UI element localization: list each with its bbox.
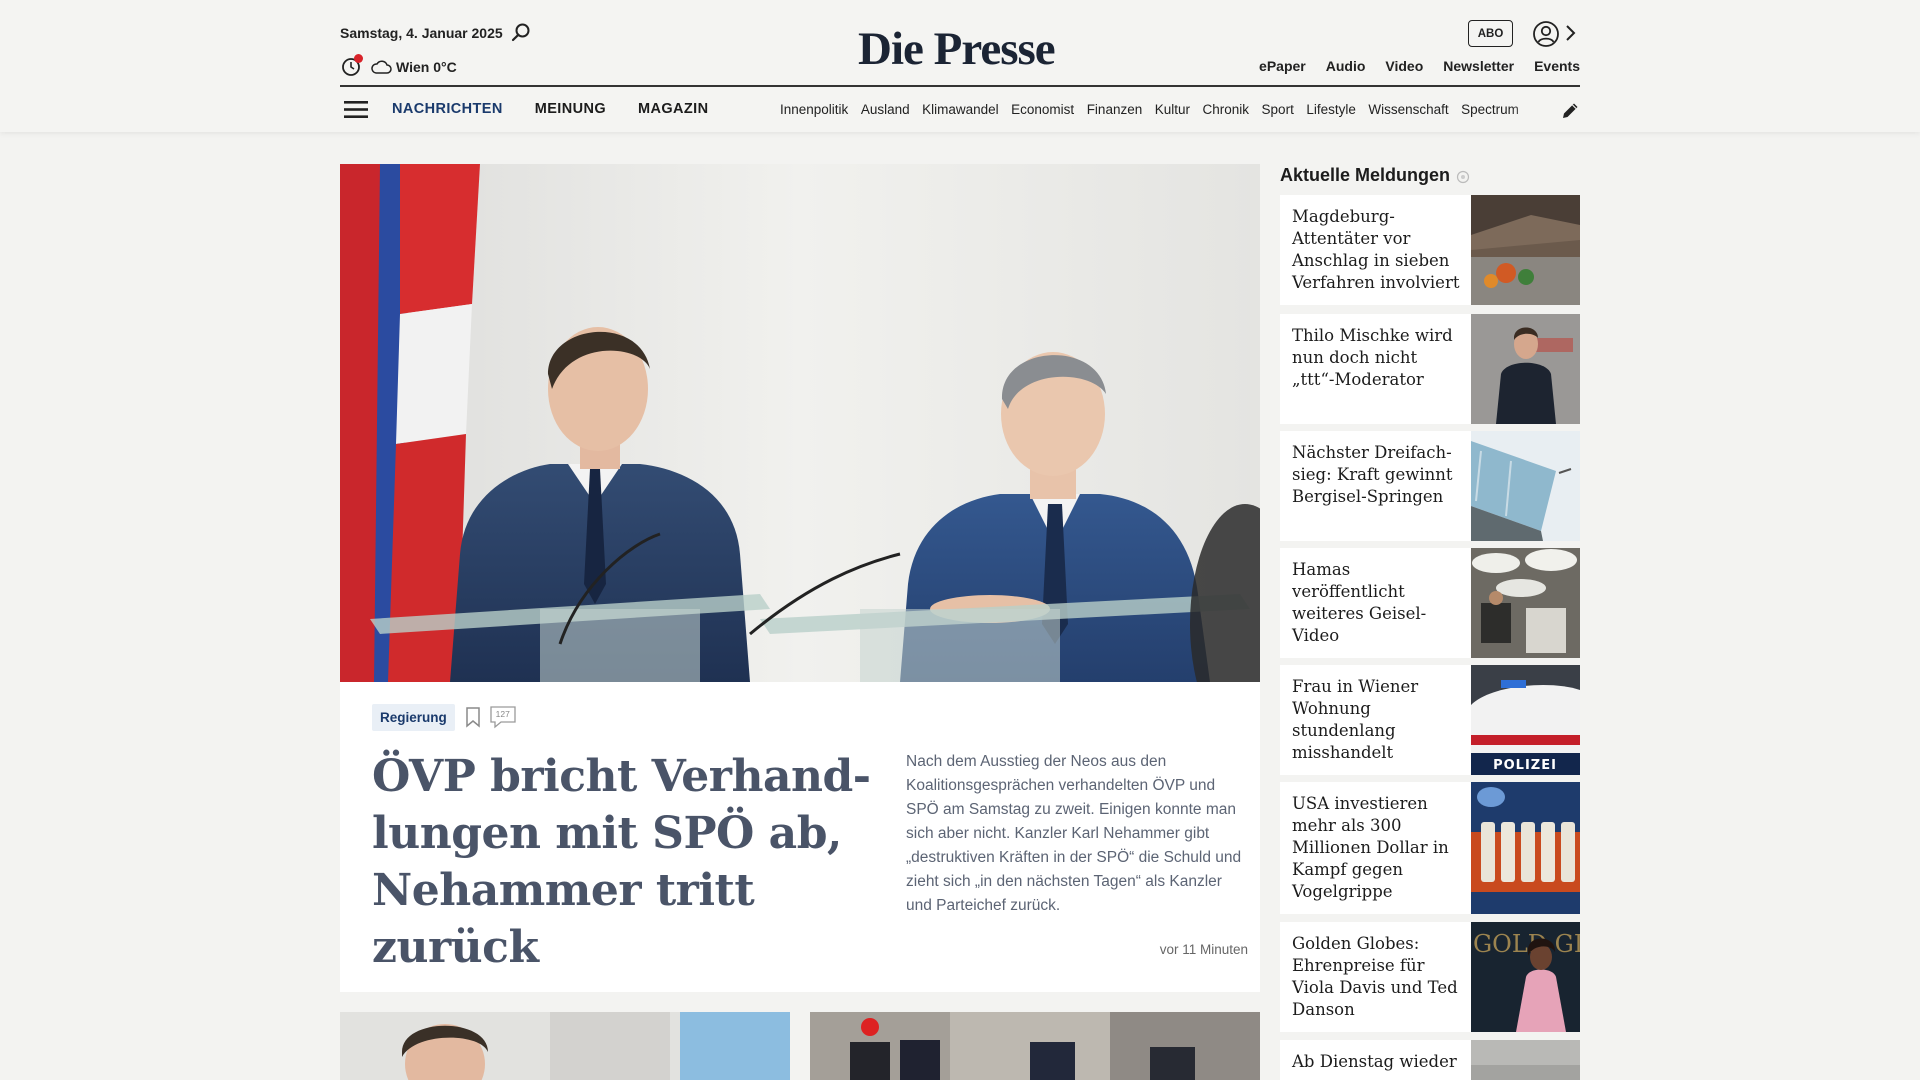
lead-article[interactable]: Regierung 127 ÖVP bricht Verhand­lungen … [340,164,1260,992]
news-item-thumbnail [1471,782,1580,914]
news-item-title: Ab Dienstag wieder [1292,1052,1457,1071]
weather-label: Wien 0°C [396,59,457,75]
teaser-card-right[interactable] [810,1012,1260,1080]
news-item-title: Nächster Dreifach-sieg: Kraft gewinnt Be… [1292,443,1453,506]
user-icon[interactable] [1532,20,1560,48]
news-item-title: Frau in Wiener Wohnung stundenlang missh… [1292,677,1419,762]
news-item-golden-globes[interactable]: Golden Globes: Ehrenpreise für Viola Dav… [1280,922,1580,1032]
category-tag[interactable]: Regierung [372,703,455,731]
news-item-title: Magdeburg-Attentäter vor Anschlag in sie… [1292,207,1460,292]
nav-magazin[interactable]: MAGAZIN [638,101,708,117]
nav-meinung[interactable]: MEINUNG [535,101,606,117]
comments-button[interactable]: 127 [489,705,517,729]
nav-ausland[interactable]: Ausland [861,102,910,117]
latest-news-title: Aktuelle Meldungen [1280,165,1451,185]
link-epaper[interactable]: ePaper [1259,58,1306,74]
bookmark-icon[interactable] [464,706,482,728]
site-logo[interactable]: Die Presse [858,22,1056,76]
news-item-dienstag[interactable]: Ab Dienstag wieder [1280,1040,1580,1080]
menu-icon[interactable] [344,99,368,120]
current-date: Samstag, 4. Januar 2025 [340,25,503,41]
news-item-thumbnail [1471,1040,1580,1080]
news-item-title: Golden Globes: Ehrenpreise für Viola Dav… [1292,934,1458,1019]
comment-count: 127 [495,709,510,719]
news-item-thumbnail [1471,314,1580,424]
nav-economist[interactable]: Economist [1011,102,1074,117]
nav-wissenschaft[interactable]: Wissenschaft [1368,102,1448,117]
nav-innenpolitik[interactable]: Innenpolitik [780,102,848,117]
nav-sport[interactable]: Sport [1262,102,1294,117]
article-teaser: Nach dem Ausstieg der Neos aus den Koali… [906,753,1242,914]
article-timestamp: vor 11 Minuten [1159,942,1248,957]
link-audio[interactable]: Audio [1326,58,1366,74]
site-header: Samstag, 4. Januar 2025 Wien 0°C Die Pre… [0,0,1920,132]
news-item-magdeburg[interactable]: Magdeburg-Attentäter vor Anschlag in sie… [1280,195,1580,305]
weather-widget[interactable]: Wien 0°C [340,54,457,78]
chevron-right-icon[interactable] [1564,24,1576,42]
link-video[interactable]: Video [1385,58,1423,74]
link-newsletter[interactable]: Newsletter [1443,58,1514,74]
news-item-title: Hamas veröffentlicht weiteres Geisel-Vid… [1292,560,1427,645]
latest-news-heading: Aktuelle Meldungen [1280,165,1470,186]
main-navigation: NACHRICHTEN MEINUNG MAGAZIN [392,101,708,117]
news-item-title: USA investieren mehr als 300 Millionen D… [1292,794,1449,901]
news-item-mischke[interactable]: Thilo Mischke wird nun doch nicht „ttt“-… [1280,314,1580,424]
article-headline[interactable]: ÖVP bricht Verhand­lungen mit SPÖ ab, Ne… [372,748,872,976]
news-ticker-toggle[interactable] [340,54,363,78]
lead-photo[interactable] [340,164,1260,682]
news-item-kraft[interactable]: Nächster Dreifach-sieg: Kraft gewinnt Be… [1280,431,1580,541]
nav-fade [1510,98,1546,122]
nav-kultur[interactable]: Kultur [1155,102,1190,117]
teaser-card-left[interactable] [340,1012,790,1080]
news-item-wien[interactable]: Frau in Wiener Wohnung stundenlang missh… [1280,665,1580,775]
abo-button[interactable]: ABO [1468,20,1513,47]
pulse-icon [1456,170,1470,184]
link-events[interactable]: Events [1534,58,1580,74]
nav-klimawandel[interactable]: Klimawandel [922,102,999,117]
news-item-thumbnail [1471,548,1580,658]
news-item-thumbnail [1471,431,1580,541]
header-divider [340,85,1580,87]
notification-dot [354,54,363,63]
golden-globes-backdrop: GOLD GLO [1473,930,1580,958]
search-icon[interactable] [510,22,532,44]
nav-finanzen[interactable]: Finanzen [1087,102,1143,117]
news-item-thumbnail [1471,195,1580,305]
cloud-icon [371,60,392,74]
service-links: ePaper Audio Video Newsletter Events [1259,58,1580,74]
pencil-icon[interactable] [1561,101,1580,120]
nav-lifestyle[interactable]: Lifestyle [1306,102,1356,117]
news-item-vogelgrippe[interactable]: USA investieren mehr als 300 Millionen D… [1280,782,1580,914]
nav-nachrichten[interactable]: NACHRICHTEN [392,101,503,117]
news-item-hamas[interactable]: Hamas veröffentlicht weiteres Geisel-Vid… [1280,548,1580,658]
nav-chronik[interactable]: Chronik [1203,102,1250,117]
news-item-thumbnail: POLIZEI [1471,665,1580,775]
news-item-title: Thilo Mischke wird nun doch nicht „ttt“-… [1292,326,1453,389]
police-text: POLIZEI [1493,758,1557,773]
section-navigation: Innenpolitik Ausland Klimawandel Economi… [780,102,1542,117]
article-meta-row: Regierung 127 [372,703,517,731]
news-item-thumbnail: GOLD GLO [1471,922,1580,1032]
